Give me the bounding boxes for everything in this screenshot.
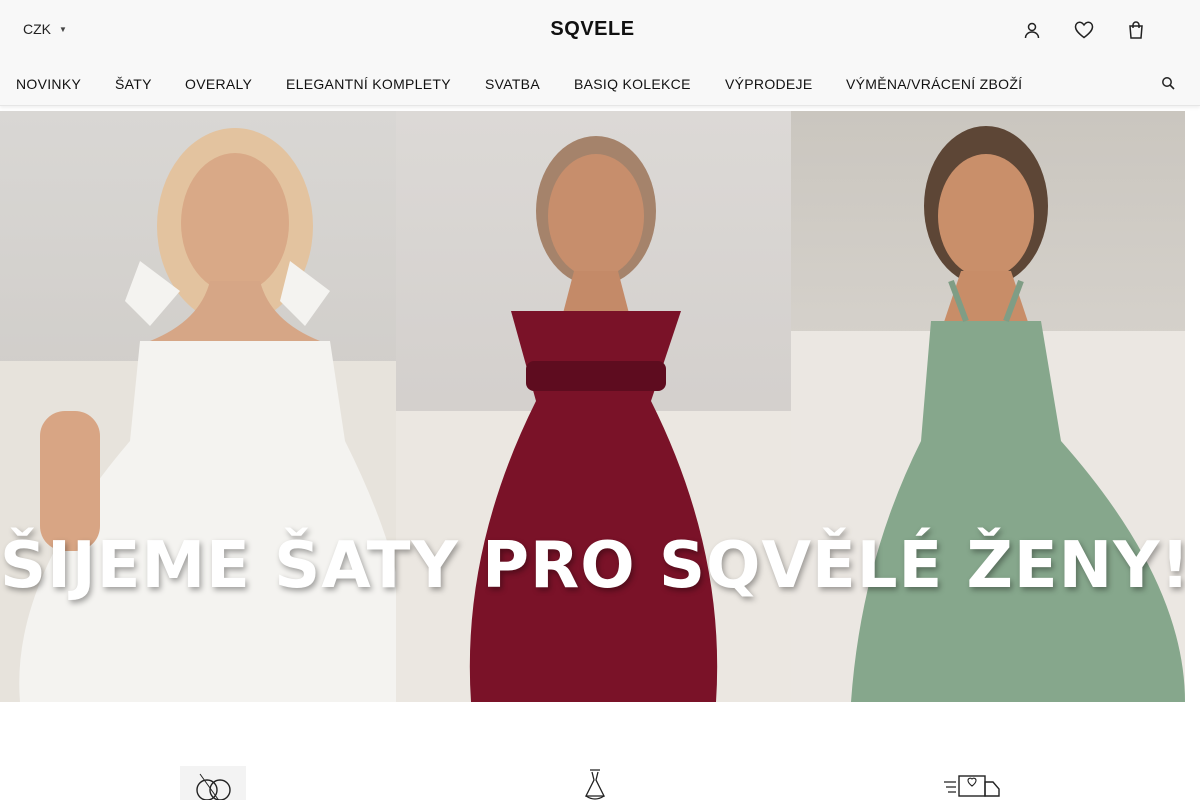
nav-item-overaly[interactable]: OVERALY bbox=[185, 76, 252, 92]
heart-icon[interactable] bbox=[1072, 20, 1096, 40]
nav-item-basiq-kolekce[interactable]: BASIQ KOLEKCE bbox=[574, 76, 691, 92]
dress-icon bbox=[570, 766, 640, 800]
site-logo[interactable]: SQVELE bbox=[0, 18, 1185, 41]
nav-item-vymena-vraceni[interactable]: VÝMĚNA/VRÁCENÍ ZBOŽÍ bbox=[846, 76, 1022, 92]
hero-banner[interactable]: ŠIJEME ŠATY PRO SQVĚLÉ ŽENY! bbox=[0, 111, 1185, 702]
nav-item-saty[interactable]: ŠATY bbox=[115, 76, 152, 92]
top-bar: CZK ▼ SQVELE bbox=[0, 0, 1200, 60]
nav-item-novinky[interactable]: NOVINKY bbox=[16, 76, 81, 92]
search-icon[interactable] bbox=[1161, 76, 1175, 95]
rings-icon bbox=[180, 766, 250, 800]
delivery-truck-icon bbox=[940, 766, 1010, 800]
nav-item-vyprodeje[interactable]: VÝPRODEJE bbox=[725, 76, 813, 92]
nav-item-elegantni-komplety[interactable]: ELEGANTNÍ KOMPLETY bbox=[286, 76, 451, 92]
hero-photo-burgundy-dress bbox=[396, 111, 791, 702]
hero-photo-white-dress bbox=[0, 111, 396, 702]
hero-photo-green-dress bbox=[791, 111, 1185, 702]
user-icon[interactable] bbox=[1020, 20, 1044, 40]
header-icons bbox=[1020, 20, 1148, 40]
cart-icon[interactable] bbox=[1124, 20, 1148, 40]
nav-item-svatba[interactable]: SVATBA bbox=[485, 76, 540, 92]
features-strip bbox=[0, 702, 1200, 800]
main-navigation: NOVINKY ŠATY OVERALY ELEGANTNÍ KOMPLETY … bbox=[0, 60, 1200, 106]
hero-title: ŠIJEME ŠATY PRO SQVĚLÉ ŽENY! bbox=[0, 529, 1185, 603]
